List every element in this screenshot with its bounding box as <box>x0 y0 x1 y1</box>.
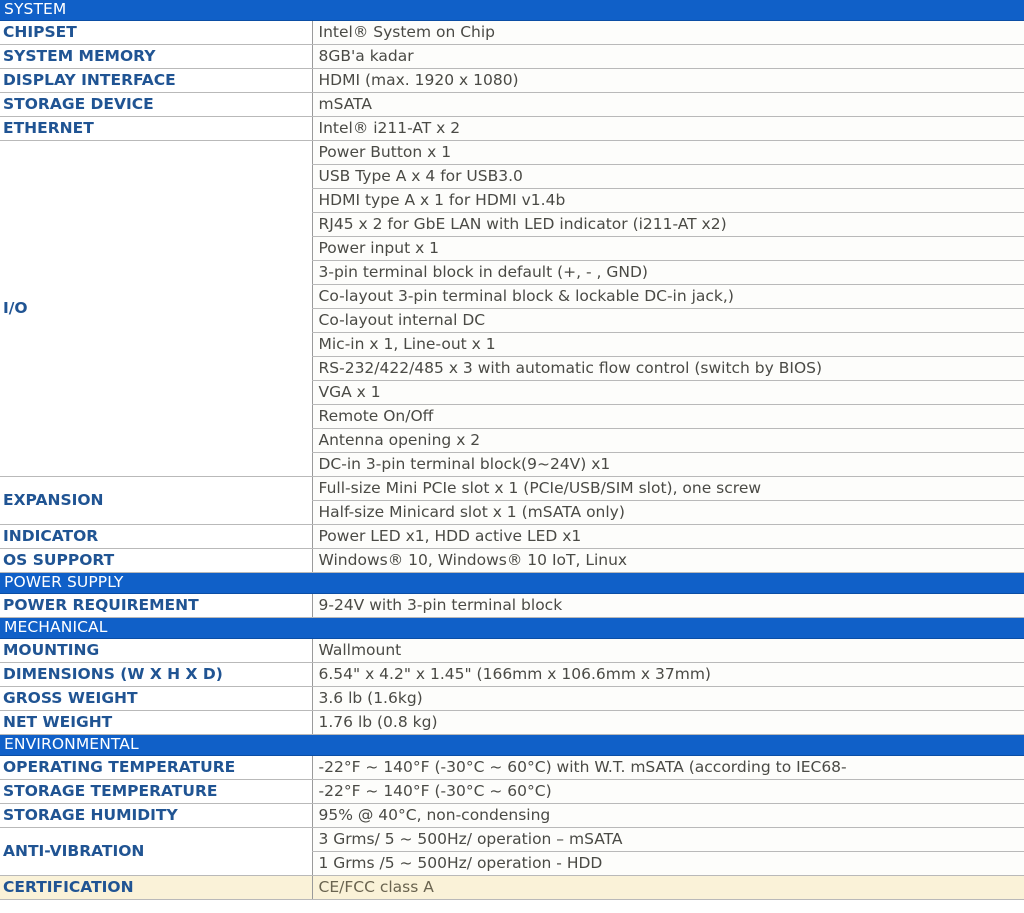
spec-row: DIMENSIONS (W X H X D) 6.54" x 4.2" x 1.4… <box>0 662 1024 687</box>
spec-label-system-memory: SYSTEM MEMORY <box>0 44 312 69</box>
spec-value-i-o-13: Antenna opening x 2 <box>311 428 1024 453</box>
specification-table: SYSTEM CHIPSET Intel® System on Chip SYSTEM… <box>0 0 1024 900</box>
spec-row: NET WEIGHT 1.76 lb (0.8 kg) <box>0 710 1024 735</box>
section-header-environmental: ENVIRONMENTAL <box>0 734 1024 756</box>
spec-value-i-o-3: HDMI type A x 1 for HDMI v1.4b <box>311 188 1024 213</box>
spec-label-operating-temperature: OPERATING TEMPERATURE <box>0 755 312 780</box>
spec-value-system-memory: 8GB'a kadar <box>311 44 1024 69</box>
spec-value-ethernet: Intel® i211-AT x 2 <box>311 116 1024 141</box>
spec-label-chipset: CHIPSET <box>0 20 312 45</box>
spec-row: STORAGE DEVICE mSATA <box>0 92 1024 117</box>
spec-row: DISPLAY INTERFACE HDMI (max. 1920 x 1080) <box>0 68 1024 93</box>
spec-value-i-o-4: RJ45 x 2 for GbE LAN with LED indicator … <box>311 212 1024 237</box>
spec-value-indicator: Power LED x1, HDD active LED x1 <box>311 524 1024 549</box>
spec-row: I/O Power Button x 1 <box>0 140 1024 477</box>
spec-value-storage-humidity: 95% @ 40°C, non-condensing <box>311 803 1024 828</box>
spec-value-i-o-2: USB Type A x 4 for USB3.0 <box>311 164 1024 189</box>
spec-value-anti-vibration-1: 3 Grms/ 5 ~ 500Hz/ operation – mSATA <box>311 827 1024 852</box>
spec-value-storage-temperature: -22°F ~ 140°F (-30°C ~ 60°C) <box>311 779 1024 804</box>
spec-row: INDICATOR Power LED x1, HDD active LED x1 <box>0 524 1024 549</box>
spec-label-storage-humidity: STORAGE HUMIDITY <box>0 803 312 828</box>
section-header-power-supply: POWER SUPPLY <box>0 572 1024 594</box>
spec-value-i-o-10: RS-232/422/485 x 3 with automatic flow c… <box>311 356 1024 381</box>
spec-label-expansion: EXPANSION <box>0 476 312 525</box>
spec-value-i-o-11: VGA x 1 <box>311 380 1024 405</box>
spec-value-net-weight: 1.76 lb (0.8 kg) <box>311 710 1024 735</box>
section-header-row: POWER SUPPLY <box>0 572 1024 594</box>
spec-label-mounting: MOUNTING <box>0 638 312 663</box>
spec-row: CERTIFICATION CE/FCC class A <box>0 875 1024 900</box>
spec-value-i-o-14: DC-in 3-pin terminal block(9~24V) x1 <box>311 452 1024 477</box>
spec-row: SYSTEM MEMORY 8GB'a kadar <box>0 44 1024 69</box>
spec-label-ethernet: ETHERNET <box>0 116 312 141</box>
spec-value-i-o-7: Co-layout 3-pin terminal block & lockabl… <box>311 284 1024 309</box>
spec-value-i-o-5: Power input x 1 <box>311 236 1024 261</box>
spec-label-net-weight: NET WEIGHT <box>0 710 312 735</box>
spec-row: OPERATING TEMPERATURE -22°F ~ 140°F (-30°… <box>0 755 1024 780</box>
spec-label-anti-vibration: ANTI-VIBRATION <box>0 827 312 876</box>
spec-row: STORAGE TEMPERATURE -22°F ~ 140°F (-30°C … <box>0 779 1024 804</box>
spec-value-certification: CE/FCC class A <box>311 875 1024 900</box>
spec-label-storage-temperature: STORAGE TEMPERATURE <box>0 779 312 804</box>
spec-row: EXPANSION Full-size Mini PCIe slot x 1 (P… <box>0 476 1024 525</box>
spec-row: POWER REQUIREMENT 9-24V with 3-pin termin… <box>0 593 1024 618</box>
spec-value-i-o-12: Remote On/Off <box>311 404 1024 429</box>
spec-label-os-support: OS SUPPORT <box>0 548 312 573</box>
spec-label-gross-weight: GROSS WEIGHT <box>0 686 312 711</box>
spec-value-os-support: Windows® 10, Windows® 10 IoT, Linux <box>311 548 1024 573</box>
spec-value-dimensions-w-x-h-x-d: 6.54" x 4.2" x 1.45" (166mm x 106.6mm x … <box>311 662 1024 687</box>
section-header-mechanical: MECHANICAL <box>0 617 1024 639</box>
spec-value-mounting: Wallmount <box>311 638 1024 663</box>
section-header-row: MECHANICAL <box>0 617 1024 639</box>
spec-row: GROSS WEIGHT 3.6 lb (1.6kg) <box>0 686 1024 711</box>
spec-label-storage-device: STORAGE DEVICE <box>0 92 312 117</box>
spec-label-indicator: INDICATOR <box>0 524 312 549</box>
spec-label-power-requirement: POWER REQUIREMENT <box>0 593 312 618</box>
spec-value-display-interface: HDMI (max. 1920 x 1080) <box>311 68 1024 93</box>
spec-value-power-requirement: 9-24V with 3-pin terminal block <box>311 593 1024 618</box>
spec-row: ETHERNET Intel® i211-AT x 2 <box>0 116 1024 141</box>
spec-label-display-interface: DISPLAY INTERFACE <box>0 68 312 93</box>
spec-row: STORAGE HUMIDITY 95% @ 40°C, non-condensi… <box>0 803 1024 828</box>
spec-value-expansion-2: Half-size Minicard slot x 1 (mSATA only) <box>311 500 1024 525</box>
section-header-system: SYSTEM <box>0 0 1024 21</box>
spec-label-certification: CERTIFICATION <box>0 875 312 900</box>
spec-value-gross-weight: 3.6 lb (1.6kg) <box>311 686 1024 711</box>
spec-value-anti-vibration-2: 1 Grms /5 ~ 500Hz/ operation - HDD <box>311 851 1024 876</box>
section-header-row: ENVIRONMENTAL <box>0 734 1024 756</box>
spec-row: OS SUPPORT Windows® 10, Windows® 10 IoT, … <box>0 548 1024 573</box>
spec-value-chipset: Intel® System on Chip <box>311 20 1024 45</box>
spec-value-i-o-9: Mic-in x 1, Line-out x 1 <box>311 332 1024 357</box>
spec-value-i-o-8: Co-layout internal DC <box>311 308 1024 333</box>
section-header-row: SYSTEM <box>0 0 1024 21</box>
spec-row: ANTI-VIBRATION 3 Grms/ 5 ~ 500Hz/ operati… <box>0 827 1024 876</box>
spec-value-i-o-1: Power Button x 1 <box>311 140 1024 165</box>
spec-value-expansion-1: Full-size Mini PCIe slot x 1 (PCIe/USB/S… <box>311 476 1024 501</box>
spec-row: CHIPSET Intel® System on Chip <box>0 20 1024 45</box>
spec-label-dimensions-w-x-h-x-d: DIMENSIONS (W X H X D) <box>0 662 312 687</box>
spec-label-i-o: I/O <box>0 140 312 477</box>
spec-value-storage-device: mSATA <box>311 92 1024 117</box>
spec-value-operating-temperature: -22°F ~ 140°F (-30°C ~ 60°C) with W.T. m… <box>311 755 1024 780</box>
spec-row: MOUNTING Wallmount <box>0 638 1024 663</box>
spec-value-i-o-6: 3-pin terminal block in default (+, - , … <box>311 260 1024 285</box>
